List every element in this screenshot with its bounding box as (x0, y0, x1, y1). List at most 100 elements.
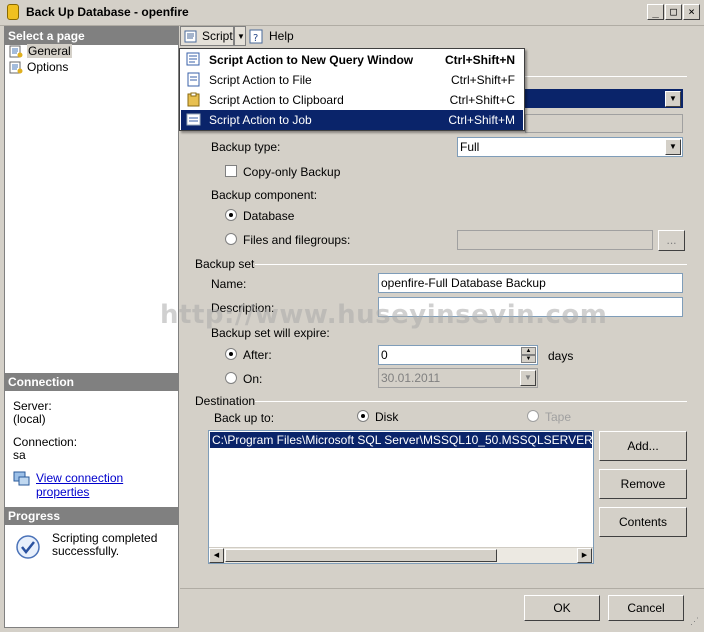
server-label: Server: (13, 399, 52, 413)
left-pane: Select a page General Options Connection… (4, 26, 179, 628)
backup-name-input[interactable]: openfire-Full Database Backup (378, 273, 683, 293)
tape-label: Tape (545, 410, 572, 424)
script-dropdown-button[interactable]: ▼ (234, 26, 246, 46)
expire-date-picker: 30.01.2011 ▼ (378, 368, 538, 388)
page-item-options[interactable]: Options (9, 60, 79, 75)
disk-radio[interactable] (357, 410, 369, 422)
back-up-to-label: Back up to: (214, 411, 275, 425)
page-label-options: Options (27, 60, 69, 74)
svg-text:?: ? (253, 33, 258, 44)
connection-properties-icon (13, 471, 30, 486)
after-days-stepper[interactable]: 0 ▲ ▼ (378, 345, 538, 365)
database-radio-label: Database (243, 209, 295, 223)
contents-button[interactable]: Contents (599, 507, 687, 537)
scroll-left-icon[interactable]: ◀ (209, 548, 224, 563)
chevron-down-icon: ▼ (237, 32, 245, 41)
success-check-icon (16, 535, 40, 559)
window-title: Back Up Database - openfire (26, 5, 189, 19)
script-menu: Script Action to New Query Window Ctrl+S… (179, 48, 525, 131)
script-label: Script (202, 29, 233, 43)
menu-item-shortcut: Ctrl+Shift+C (449, 93, 515, 107)
disk-label: Disk (375, 410, 399, 424)
horizontal-scrollbar[interactable]: ◀ ▶ (209, 547, 593, 563)
backup-set-header: Backup set (195, 257, 255, 271)
server-value: (local) (13, 412, 46, 426)
footer-divider (180, 588, 704, 589)
backup-type-label: Backup type: (211, 140, 281, 154)
new-query-icon (186, 52, 200, 66)
menu-item-shortcut: Ctrl+Shift+M (448, 113, 515, 127)
ok-button[interactable]: OK (524, 595, 600, 621)
backup-set-divider (255, 264, 687, 265)
connection-header: Connection (5, 373, 178, 391)
filegroups-browse-button: ... (658, 230, 685, 251)
destination-list[interactable]: C:\Program Files\Microsoft SQL Server\MS… (208, 430, 594, 564)
on-radio[interactable] (225, 372, 237, 384)
watermark-text: http://www.huseyinsevin.com (160, 300, 608, 330)
files-radio-label: Files and filegroups: (243, 233, 351, 247)
expire-date-value: 30.01.2011 (381, 371, 441, 385)
chevron-down-icon: ▼ (520, 370, 536, 386)
menu-item-label: Script Action to Job (209, 113, 312, 127)
menu-item-shortcut: Ctrl+Shift+F (450, 73, 515, 87)
cancel-button[interactable]: Cancel (608, 595, 684, 621)
menu-item-file[interactable]: Script Action to File Ctrl+Shift+F (181, 70, 523, 90)
destination-list-item[interactable]: C:\Program Files\Microsoft SQL Server\MS… (210, 432, 592, 448)
name-label: Name: (211, 277, 247, 291)
page-icon (9, 45, 23, 58)
connection-value: sa (13, 448, 26, 462)
files-radio[interactable] (225, 233, 237, 245)
clipboard-icon (187, 92, 200, 107)
view-connection-properties-link[interactable]: View connection properties (36, 471, 178, 499)
on-label: On: (243, 372, 263, 386)
destination-header: Destination (195, 394, 256, 408)
menu-item-label: Script Action to Clipboard (209, 93, 344, 107)
page-item-general[interactable]: General (9, 44, 72, 59)
title-bar: Back Up Database - openfire _ □ × (0, 0, 704, 26)
recovery-model-field (525, 114, 683, 133)
page-label-general: General (27, 44, 72, 58)
script-button[interactable]: Script (180, 26, 234, 46)
backup-type-value: Full (460, 140, 480, 154)
select-page-header: Select a page (5, 27, 178, 45)
add-destination-button[interactable]: Add... (599, 431, 687, 461)
job-icon (186, 113, 201, 126)
copy-only-checkbox[interactable] (225, 165, 237, 177)
help-button[interactable]: Help (269, 29, 294, 43)
help-icon: ? (249, 29, 263, 44)
copy-only-label: Copy-only Backup (243, 165, 341, 179)
scroll-right-icon[interactable]: ▶ (577, 548, 592, 563)
after-days-value: 0 (381, 348, 388, 362)
source-group-line (525, 76, 687, 77)
stepper-up-icon[interactable]: ▲ (521, 347, 536, 355)
chevron-down-icon[interactable]: ▼ (665, 91, 681, 107)
remove-destination-button[interactable]: Remove (599, 469, 687, 499)
scrollbar-thumb[interactable] (225, 549, 497, 562)
database-combo[interactable]: ▼ (525, 89, 683, 108)
script-icon (184, 30, 197, 43)
menu-item-shortcut: Ctrl+Shift+N (444, 53, 515, 67)
tape-radio (527, 410, 539, 422)
resize-grip-icon[interactable]: ⋰ (690, 616, 702, 628)
destination-divider (255, 401, 687, 402)
maximize-button[interactable]: □ (665, 4, 682, 20)
menu-item-new-query-window[interactable]: Script Action to New Query Window Ctrl+S… (181, 50, 523, 70)
progress-header: Progress (5, 507, 178, 525)
connection-label: Connection: (13, 435, 78, 449)
close-button[interactable]: × (683, 4, 700, 20)
after-radio[interactable] (225, 348, 237, 360)
days-label: days (548, 349, 574, 363)
menu-item-job[interactable]: Script Action to Job Ctrl+Shift+M (181, 110, 523, 130)
backup-type-select[interactable]: Full ▼ (457, 137, 683, 157)
menu-item-label: Script Action to File (209, 73, 312, 87)
chevron-down-icon[interactable]: ▼ (665, 139, 681, 155)
after-label: After: (243, 348, 272, 362)
menu-item-clipboard[interactable]: Script Action to Clipboard Ctrl+Shift+C (181, 90, 523, 110)
file-icon (187, 72, 200, 87)
database-radio[interactable] (225, 209, 237, 221)
toolbar: Script ▼ ? Help (180, 26, 704, 48)
backup-component-label: Backup component: (211, 188, 318, 202)
filegroups-field (457, 230, 653, 250)
minimize-button[interactable]: _ (647, 4, 664, 20)
stepper-down-icon[interactable]: ▼ (521, 355, 536, 363)
